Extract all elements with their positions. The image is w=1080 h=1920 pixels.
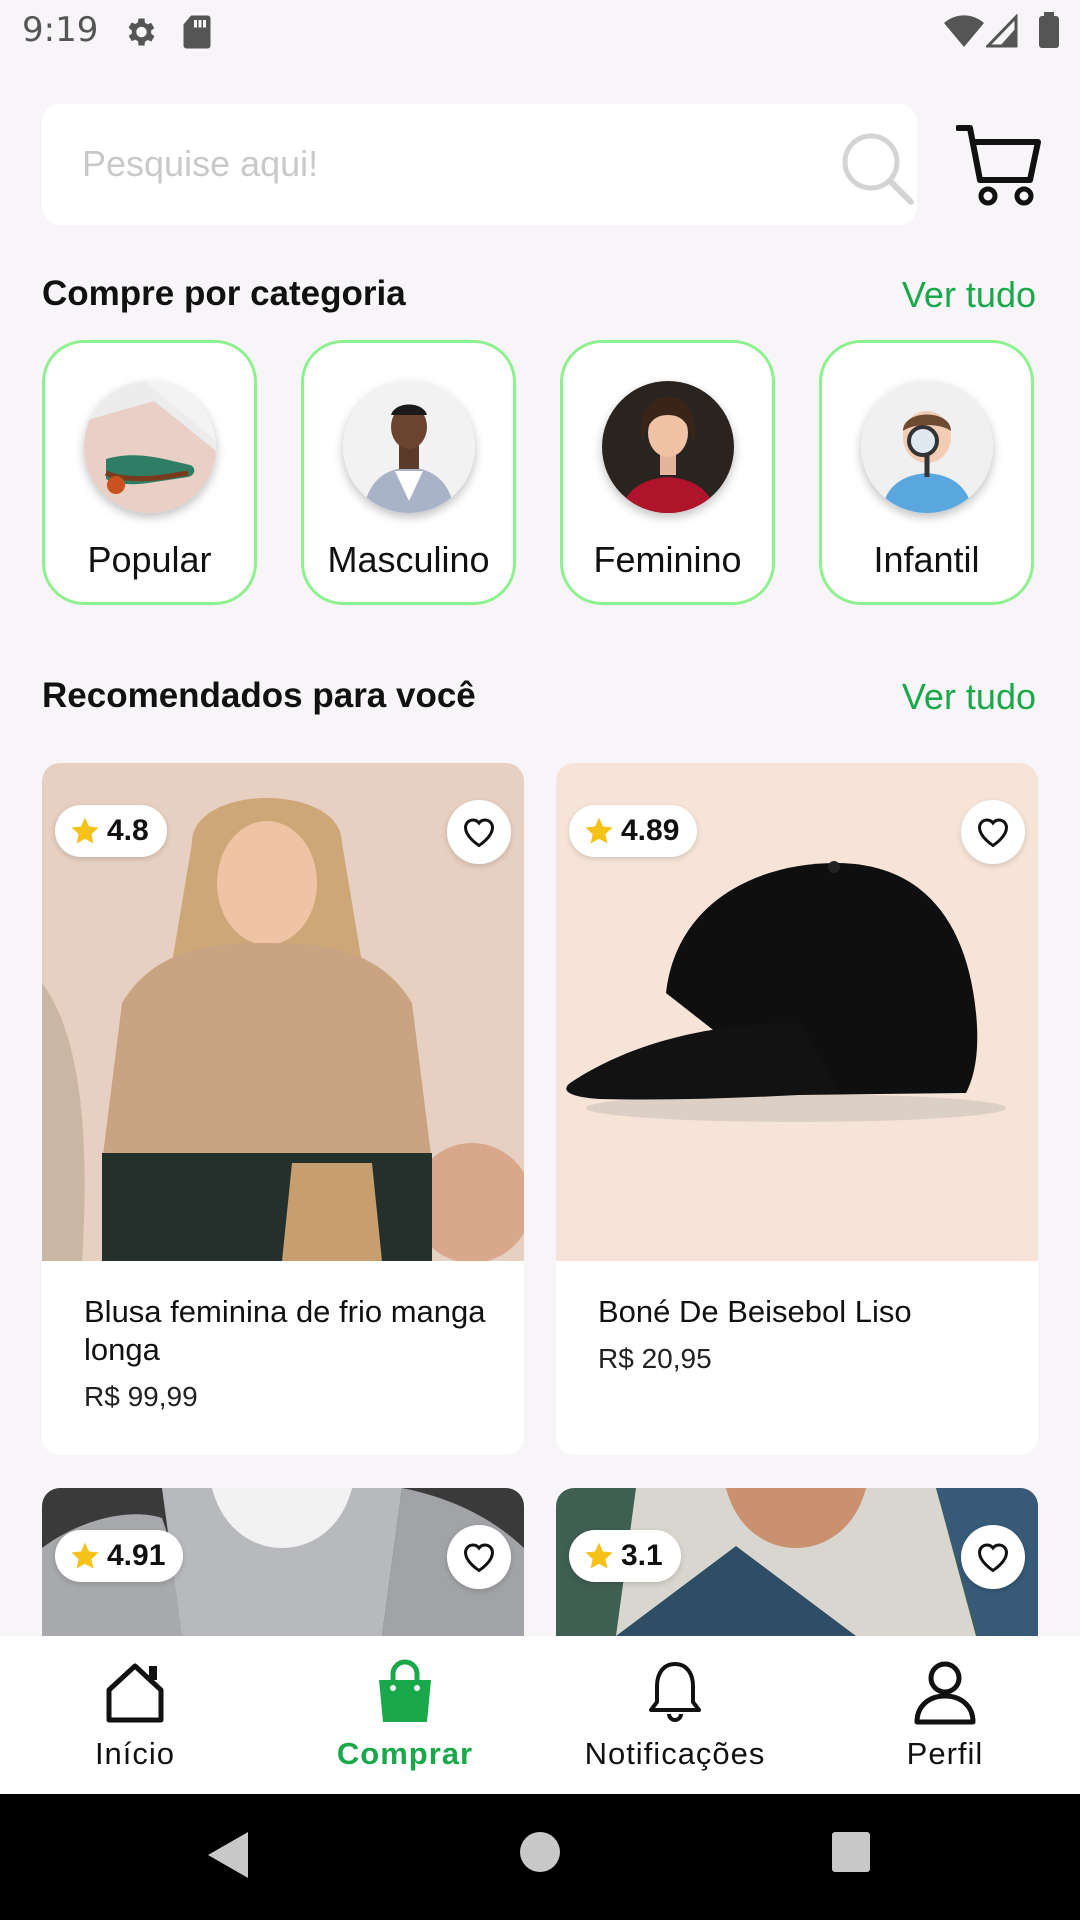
signal-icon <box>986 14 1018 48</box>
product-name: Boné De Beisebol Liso <box>598 1294 912 1329</box>
nav-label: Comprar <box>336 1736 474 1771</box>
back-icon[interactable] <box>206 1830 250 1880</box>
heart-icon <box>977 818 1009 848</box>
recent-apps-button[interactable] <box>832 1832 870 1872</box>
rating-value: 4.91 <box>107 1539 166 1572</box>
heart-icon <box>463 1543 495 1573</box>
favorite-button[interactable] <box>961 1525 1025 1589</box>
system-navigation-bar <box>0 1794 1080 1920</box>
category-label: Popular <box>87 539 212 580</box>
category-masculino[interactable]: Masculino <box>301 340 516 605</box>
category-popular[interactable]: Popular <box>42 340 257 605</box>
cart-icon[interactable] <box>956 122 1042 208</box>
rating-badge: 3.1 <box>569 1530 681 1582</box>
user-icon <box>914 1661 976 1725</box>
category-masculino-image <box>343 381 475 513</box>
recommended-see-all-link[interactable]: Ver tudo <box>902 676 1036 718</box>
star-icon <box>71 1542 99 1569</box>
heart-icon <box>463 818 495 848</box>
product-name: Blusa feminina de frio manga longa <box>84 1294 486 1367</box>
category-infantil-image <box>861 381 993 513</box>
product-price: R$ 20,95 <box>598 1343 712 1374</box>
settings-gear-icon <box>128 18 155 46</box>
bottom-navigation: Início Comprar Notificações Perfil <box>0 1636 1080 1794</box>
heart-icon <box>977 1543 1009 1573</box>
favorite-button[interactable] <box>447 800 511 864</box>
star-icon <box>585 817 613 844</box>
product-card-moletom[interactable]: 4.91 <box>42 1488 524 1636</box>
category-feminino-image <box>602 381 734 513</box>
category-label: Masculino <box>327 539 490 580</box>
search-icon[interactable] <box>837 128 917 208</box>
app-screen: 9:19 Compre por categoria Ver <box>0 0 1080 1920</box>
favorite-button[interactable] <box>961 800 1025 864</box>
home-icon <box>106 1663 164 1723</box>
recommended-title: Recomendados para você <box>42 676 476 715</box>
nav-item-perfil[interactable]: Perfil <box>810 1636 1080 1794</box>
rating-badge: 4.89 <box>569 805 698 857</box>
nav-label: Perfil <box>906 1736 984 1771</box>
star-icon <box>71 817 99 844</box>
sd-card-icon <box>183 15 211 49</box>
category-label: Infantil <box>873 539 980 580</box>
nav-label: Notificações <box>584 1736 766 1771</box>
battery-icon <box>1039 12 1059 48</box>
wifi-icon <box>944 15 984 47</box>
product-card-blusa-estampada[interactable]: 3.1 <box>556 1488 1038 1636</box>
home-button[interactable] <box>520 1832 560 1872</box>
rating-badge: 4.8 <box>55 805 167 857</box>
categories-title: Compre por categoria <box>42 274 406 313</box>
star-icon <box>585 1542 613 1569</box>
nav-item-inicio[interactable]: Início <box>0 1636 270 1794</box>
category-infantil[interactable]: Infantil <box>819 340 1034 605</box>
shopping-bag-icon <box>379 1659 431 1722</box>
category-popular-image <box>84 381 216 513</box>
search-box[interactable] <box>42 104 917 225</box>
status-bar: 9:19 <box>0 0 1080 62</box>
nav-label: Início <box>94 1736 176 1771</box>
category-feminino[interactable]: Feminino <box>560 340 775 605</box>
favorite-button[interactable] <box>447 1525 511 1589</box>
rating-value: 4.89 <box>621 814 680 847</box>
category-label: Feminino <box>593 539 742 580</box>
product-price: R$ 99,99 <box>84 1381 198 1412</box>
product-card-blusa[interactable]: 4.8 Blusa feminina de frio manga longa R… <box>42 763 524 1455</box>
search-input[interactable] <box>82 138 782 190</box>
status-time: 9:19 <box>22 10 99 50</box>
rating-value: 3.1 <box>621 1539 663 1572</box>
bell-icon <box>649 1662 701 1722</box>
product-card-bone[interactable]: 4.89 Boné De Beisebol Liso R$ 20,95 <box>556 763 1038 1455</box>
categories-see-all-link[interactable]: Ver tudo <box>902 274 1036 316</box>
nav-item-comprar[interactable]: Comprar <box>270 1636 540 1794</box>
nav-item-notificacoes[interactable]: Notificações <box>540 1636 810 1794</box>
rating-badge: 4.91 <box>55 1530 184 1582</box>
rating-value: 4.8 <box>107 814 149 847</box>
